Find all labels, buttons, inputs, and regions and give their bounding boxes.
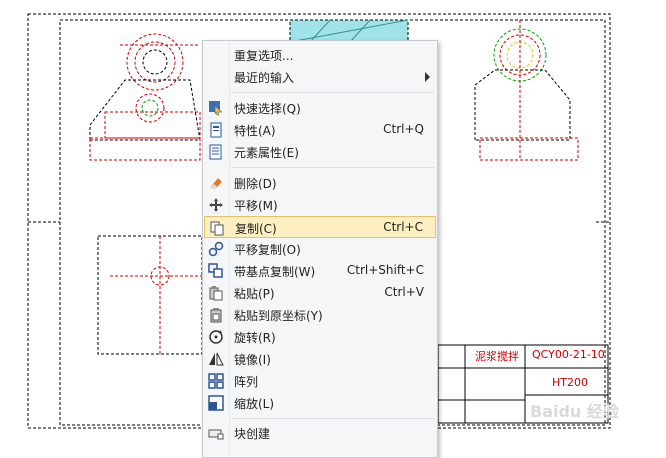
menu-item-label: 缩放(L)	[234, 397, 275, 411]
menu-item-repeat-options[interactable]: 重复选项...	[204, 44, 436, 66]
menu-item-label: 平移(M)	[234, 199, 278, 213]
menu-item-array[interactable]: 阵列	[204, 370, 436, 392]
menu-item-label: 带基点复制(W)	[234, 265, 316, 279]
menu-item-paste[interactable]: 粘贴(P) Ctrl+V	[204, 282, 436, 304]
menu-item-paste-original[interactable]: 粘贴到原坐标(Y)	[204, 304, 436, 326]
menu-item-label: 块创建	[234, 427, 271, 441]
menu-item-move-copy[interactable]: 平移复制(O)	[204, 238, 436, 260]
context-menu: 重复选项... 最近的输入 快速选择(Q) 特性(A) Ctrl+Q 元素属性(…	[202, 40, 438, 458]
submenu-arrow-icon	[425, 72, 430, 82]
menu-item-label: 元素属性(E)	[234, 146, 299, 160]
menu-item-delete[interactable]: 删除(D)	[204, 172, 436, 194]
element-properties-icon	[209, 144, 222, 160]
properties-icon	[210, 122, 222, 138]
menu-item-label: 最近的输入	[234, 71, 295, 85]
menu-item-shortcut: Ctrl+Shift+C	[346, 263, 424, 277]
title-block-code: QCY00-21-10	[532, 348, 605, 361]
quick-select-icon	[209, 101, 223, 116]
menu-item-label: 镜像(I)	[234, 353, 271, 367]
move-icon	[209, 198, 223, 212]
move-copy-icon	[208, 241, 224, 257]
menu-item-block-create[interactable]: 块创建	[204, 422, 436, 444]
menu-item-properties[interactable]: 特性(A) Ctrl+Q	[204, 119, 436, 141]
menu-item-shortcut: Ctrl+C	[383, 220, 423, 234]
eraser-icon	[210, 178, 222, 189]
menu-item-mirror[interactable]: 镜像(I)	[204, 348, 436, 370]
menu-item-label: 粘贴(P)	[234, 287, 275, 301]
mirror-icon	[209, 352, 224, 366]
cad-view-middle-left	[97, 235, 203, 355]
menu-item-shortcut: Ctrl+Q	[383, 122, 424, 136]
menu-separator	[231, 418, 435, 419]
menu-separator	[231, 92, 435, 93]
menu-separator	[231, 167, 435, 168]
copy-icon	[210, 221, 224, 236]
menu-item-quick-select[interactable]: 快速选择(Q)	[204, 97, 436, 119]
title-block-name: 泥浆搅拌	[475, 350, 519, 363]
menu-item-label: 删除(D)	[234, 177, 277, 191]
rotate-icon	[209, 330, 223, 344]
cad-hatched-block	[289, 19, 409, 43]
menu-item-label: 快速选择(Q)	[234, 102, 301, 116]
menu-item-recent-input[interactable]: 最近的输入	[204, 66, 436, 88]
menu-item-label: 特性(A)	[234, 124, 276, 138]
menu-item-label: 阵列	[234, 375, 259, 389]
menu-item-label: 粘贴到原坐标(Y)	[234, 309, 323, 323]
menu-item-shortcut: Ctrl+V	[384, 285, 424, 299]
menu-item-label: 旋转(R)	[234, 331, 276, 345]
cad-view-top-right	[474, 20, 579, 161]
menu-item-copy[interactable]: 复制(C) Ctrl+C	[204, 216, 436, 238]
paste-original-icon	[210, 308, 222, 323]
menu-item-base-point-copy[interactable]: 带基点复制(W) Ctrl+Shift+C	[204, 260, 436, 282]
watermark: Baidu 经验	[530, 402, 619, 421]
menu-item-label: 平移复制(O)	[234, 243, 301, 257]
cad-view-top-left	[89, 33, 201, 161]
array-icon	[208, 373, 224, 389]
menu-item-label: 复制(C)	[235, 222, 277, 236]
block-create-icon	[208, 429, 224, 440]
menu-item-label: 重复选项...	[234, 49, 294, 63]
base-point-copy-icon	[208, 263, 223, 278]
menu-item-element-properties[interactable]: 元素属性(E)	[204, 141, 436, 163]
menu-item-scale[interactable]: 缩放(L)	[204, 392, 436, 414]
menu-item-rotate[interactable]: 旋转(R)	[204, 326, 436, 348]
title-block-material: HT200	[552, 376, 588, 389]
paste-icon	[209, 286, 223, 301]
scale-icon	[208, 395, 224, 411]
menu-item-move[interactable]: 平移(M)	[204, 194, 436, 216]
